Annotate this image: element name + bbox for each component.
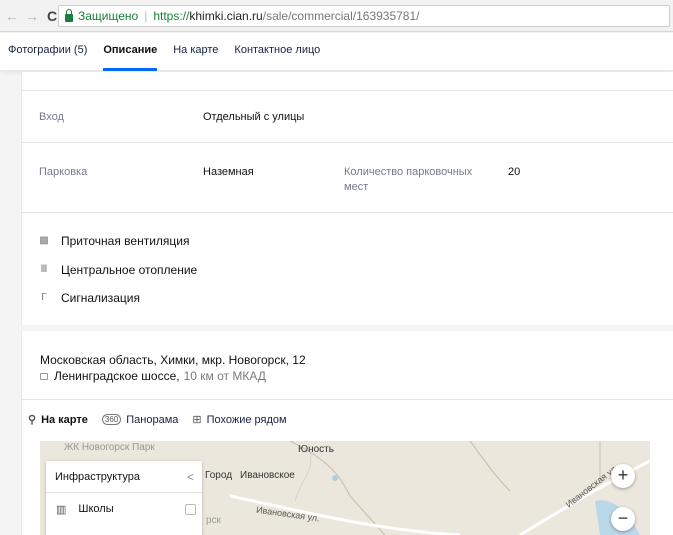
features-list: ▩ Приточная вентиляция Ⅲ Центральное ото…	[22, 213, 673, 327]
url-host: khimki.cian.ru	[189, 9, 263, 23]
address-bar[interactable]: Защищено | https://khimki.cian.ru/sale/c…	[58, 5, 670, 27]
tab-description[interactable]: Описание	[103, 33, 157, 71]
feature-alarm: Г Сигнализация	[39, 291, 140, 305]
map-label-youth: Юность	[298, 444, 334, 455]
tab-photos[interactable]: Фотографии (5)	[8, 33, 87, 71]
url-path: /sale/commercial/163935781/	[262, 9, 420, 23]
infrastructure-header[interactable]: Инфраструктура <	[46, 461, 202, 493]
bus-icon	[40, 372, 48, 380]
map-label-city: Город	[205, 470, 233, 481]
zoom-in-button[interactable]: +	[611, 464, 635, 488]
secure-label: Защищено	[78, 9, 139, 23]
feature-ventilation: ▩ Приточная вентиляция	[39, 234, 189, 248]
feature-label: Центральное отопление	[61, 263, 198, 277]
url-separator: |	[144, 9, 148, 23]
tab-contact[interactable]: Контактное лицо	[234, 33, 320, 71]
tab-on-map[interactable]: ⚲ На карте	[28, 413, 88, 427]
ventilation-icon: ▩	[39, 235, 49, 246]
page-tabs: Фотографии (5) Описание На карте Контакт…	[0, 33, 673, 71]
url-protocol: https://	[153, 9, 190, 23]
lock-icon	[65, 8, 73, 22]
parking-row: Парковка Наземная Количество парковочных…	[22, 144, 673, 213]
tab-similar-label: Похожие рядом	[206, 413, 287, 426]
entrance-value: Отдельный с улицы	[203, 111, 305, 123]
parking-count-value: 20	[508, 166, 521, 178]
infra-item-label: Школы	[78, 503, 114, 515]
infrastructure-title: Инфраструктура	[55, 470, 141, 483]
divider	[22, 399, 673, 400]
map-label-ivanovskoe: Ивановское	[240, 470, 295, 481]
feature-label: Приточная вентиляция	[61, 234, 190, 248]
tab-similar-nearby[interactable]: ⊞ Похожие рядом	[192, 413, 287, 427]
feature-heating: Ⅲ Центральное отопление	[39, 263, 198, 277]
location-card: Московская область, Химки, мкр. Новогорс…	[21, 331, 673, 535]
parking-count-label-2: мест	[344, 181, 369, 193]
entrance-row: Вход Отдельный с улицы	[22, 90, 673, 143]
back-arrow-icon[interactable]: ←	[4, 8, 20, 24]
mkad-distance: 10 км от МКАД	[183, 369, 266, 383]
address-line: Московская область, Химки, мкр. Новогорс…	[40, 353, 306, 367]
infrastructure-panel: Инфраструктура < ▥ Школы	[46, 461, 202, 535]
details-card: Вход Отдельный с улицы Парковка Наземная…	[21, 72, 673, 327]
chevron-left-icon[interactable]: <	[187, 470, 194, 484]
parking-label: Парковка	[39, 166, 88, 178]
highway-name[interactable]: Ленинградское шоссе,	[54, 369, 180, 383]
highway-info: Ленинградское шоссе, 10 км от МКАД	[40, 369, 266, 383]
parking-count-label: Количество парковочных	[344, 166, 473, 178]
pin-icon: ⚲	[28, 414, 37, 426]
tab-map[interactable]: На карте	[173, 33, 218, 71]
map-label-park: ЖК Новогорск Парк	[64, 442, 155, 453]
grid-icon: ⊞	[192, 414, 202, 426]
tab-panorama[interactable]: 360 Панорама	[101, 413, 179, 426]
alarm-icon: Г	[41, 292, 47, 303]
map-view-tabs: ⚲ На карте 360 Панорама ⊞ Похожие рядом	[28, 413, 301, 427]
heating-icon: Ⅲ	[40, 264, 48, 275]
zoom-out-button[interactable]: −	[611, 507, 635, 531]
browser-toolbar: ← → C Защищено | https://khimki.cian.ru /…	[0, 0, 673, 32]
map-label-fragment: рск	[206, 515, 221, 526]
infra-item-schools[interactable]: ▥ Школы	[46, 493, 202, 525]
parking-value: Наземная	[203, 166, 254, 178]
panorama-icon: 360	[101, 414, 122, 425]
schools-checkbox[interactable]	[185, 503, 196, 515]
tab-on-map-label: На карте	[41, 413, 88, 426]
tab-panorama-label: Панорама	[126, 413, 179, 426]
school-icon: ▥	[56, 503, 67, 516]
feature-label: Сигнализация	[61, 291, 141, 305]
forward-arrow-icon[interactable]: →	[24, 8, 40, 24]
map-view[interactable]: ЖК Новогорск Парк Юность Город Ивановско…	[40, 441, 650, 535]
entrance-label: Вход	[39, 111, 64, 123]
